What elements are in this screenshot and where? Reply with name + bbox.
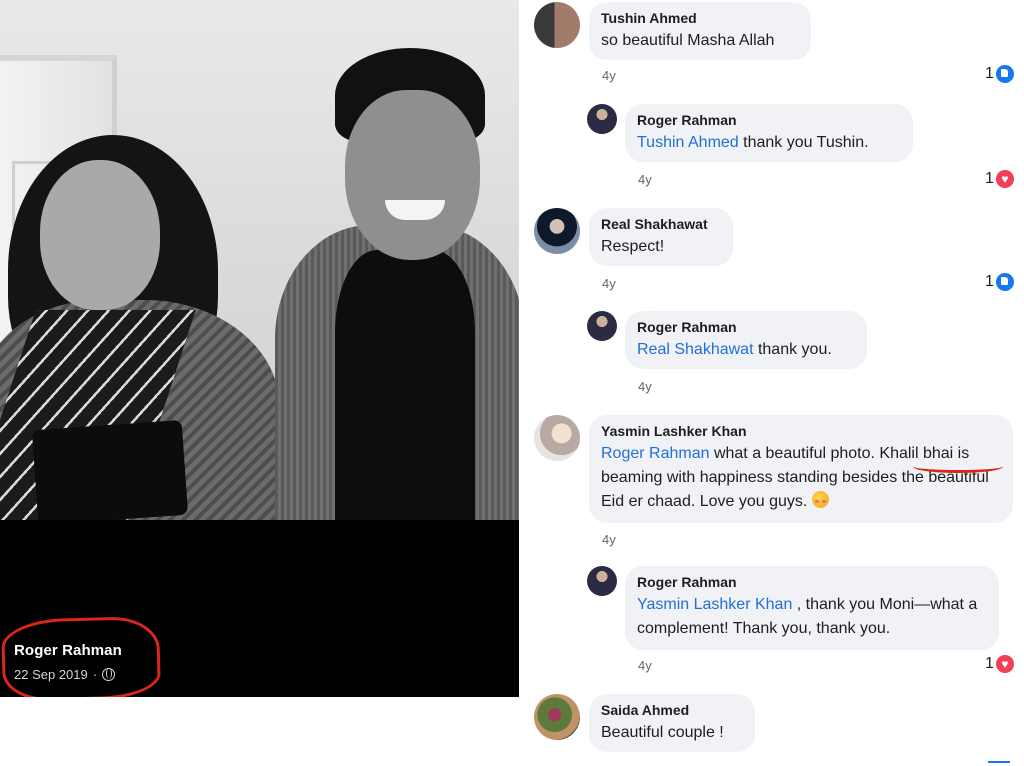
- avatar[interactable]: [534, 694, 580, 740]
- reaction-count[interactable]: 1: [985, 655, 1014, 673]
- smiling-face-with-hearts-icon: [811, 491, 829, 508]
- avatar[interactable]: [587, 104, 617, 134]
- reply-bubble: Roger Rahman Real Shakhawat thank you.: [625, 311, 867, 369]
- comment-author[interactable]: Roger Rahman: [637, 319, 855, 335]
- comment-time[interactable]: 4y: [638, 172, 652, 187]
- comment-author[interactable]: Real Shakhawat: [601, 216, 721, 232]
- reaction-count[interactable]: 1: [985, 170, 1014, 188]
- mention-link[interactable]: Tushin Ahmed: [637, 134, 739, 151]
- reply-bubble: Roger Rahman Tushin Ahmed thank you Tush…: [625, 104, 913, 162]
- reaction-count[interactable]: 1: [985, 65, 1014, 83]
- comment-bubble: Tushin Ahmed so beautiful Masha Allah: [589, 2, 811, 60]
- comment-time[interactable]: 4y: [602, 68, 616, 83]
- partial-like-icon: [988, 761, 1010, 763]
- red-underline-annotation: [913, 460, 1003, 473]
- comment-author[interactable]: Roger Rahman: [637, 574, 987, 590]
- comment-bubble: Real Shakhawat Respect!: [589, 208, 733, 266]
- comment-time[interactable]: 4y: [602, 276, 616, 291]
- mention-link[interactable]: Roger Rahman: [601, 445, 710, 462]
- mention-link[interactable]: Real Shakhawat: [637, 341, 754, 358]
- comment-text: thank you.: [753, 341, 832, 358]
- couple-photo[interactable]: [0, 0, 519, 520]
- comment-author[interactable]: Tushin Ahmed: [601, 10, 799, 26]
- red-circle-annotation: [0, 615, 162, 697]
- post-photo-panel: Roger Rahman 22 Sep 2019 ·: [0, 0, 519, 697]
- reaction-count[interactable]: 1: [985, 273, 1014, 291]
- mention-link[interactable]: Yasmin Lashker Khan: [637, 596, 792, 613]
- comment-author[interactable]: Yasmin Lashker Khan: [601, 423, 1001, 439]
- comment-text: Respect!: [601, 238, 665, 255]
- love-icon: [995, 170, 1014, 188]
- comment-text: so beautiful Masha Allah: [601, 32, 775, 49]
- comment-text: thank you Tushin.: [738, 134, 869, 151]
- comment-time[interactable]: 4y: [602, 532, 616, 547]
- avatar[interactable]: [534, 2, 580, 48]
- comment-bubble: Saida Ahmed Beautiful couple !: [589, 694, 755, 752]
- avatar[interactable]: [587, 566, 617, 596]
- love-icon: [995, 655, 1014, 673]
- avatar[interactable]: [534, 415, 580, 461]
- comment-time[interactable]: 4y: [638, 658, 652, 673]
- like-icon: [995, 65, 1014, 83]
- reply-bubble: Roger Rahman Yasmin Lashker Khan , thank…: [625, 566, 999, 650]
- comment-author[interactable]: Saida Ahmed: [601, 702, 743, 718]
- comment-author[interactable]: Roger Rahman: [637, 112, 901, 128]
- avatar[interactable]: [587, 311, 617, 341]
- like-icon: [995, 273, 1014, 291]
- comment-time[interactable]: 4y: [638, 379, 652, 394]
- avatar[interactable]: [534, 208, 580, 254]
- comment-text: Beautiful couple !: [601, 724, 724, 741]
